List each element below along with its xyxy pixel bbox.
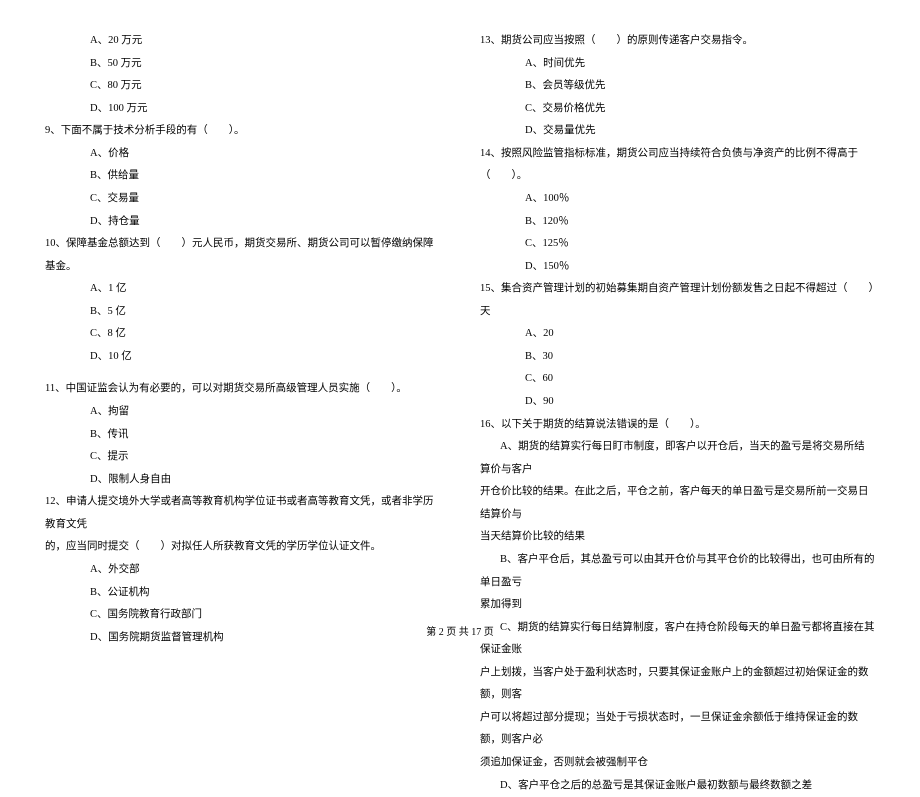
q11-option-a: A、拘留	[45, 401, 440, 424]
page-footer: 第 2 页 共 17 页	[0, 623, 920, 638]
q9-option-a: A、价格	[45, 143, 440, 166]
q9-option-d: D、持仓量	[45, 211, 440, 234]
q16-option-b-line1: B、客户平仓后，其总盈亏可以由其开仓价与其平仓价的比较得出，也可由所有的单日盈亏	[480, 549, 875, 594]
q10-option-d: D、10 亿	[45, 346, 440, 369]
q16-option-d: D、客户平仓之后的总盈亏是其保证金账户最初数额与最终数额之差	[480, 775, 875, 797]
q11-option-b: B、传讯	[45, 424, 440, 447]
q12-option-a: A、外交部	[45, 559, 440, 582]
q16-option-c-line3: 户可以将超过部分提现；当处于亏损状态时，一旦保证金余额低于维持保证金的数额，则客…	[480, 707, 875, 752]
q16-option-c-line4: 须追加保证金，否则就会被强制平仓	[480, 752, 875, 775]
q14-stem: 14、按照风险监管指标标准，期货公司应当持续符合负债与净资产的比例不得高于（ ）…	[480, 143, 875, 188]
q9-stem: 9、下面不属于技术分析手段的有（ ）。	[45, 120, 440, 143]
q16-stem: 16、以下关于期货的结算说法错误的是（ ）。	[480, 414, 875, 437]
q12-option-b: B、公证机构	[45, 582, 440, 605]
q8-option-a: A、20 万元	[45, 30, 440, 53]
q10-stem: 10、保障基金总额达到（ ）元人民币，期货交易所、期货公司可以暂停缴纳保障基金。	[45, 233, 440, 278]
q12-stem-line1: 12、申请人提交境外大学或者高等教育机构学位证书或者高等教育文凭，或者非学历教育…	[45, 491, 440, 536]
q15-option-b: B、30	[480, 346, 875, 369]
q8-option-d: D、100 万元	[45, 98, 440, 121]
q11-option-d: D、限制人身自由	[45, 469, 440, 492]
q13-option-a: A、时间优先	[480, 53, 875, 76]
q15-option-a: A、20	[480, 323, 875, 346]
q14-option-b: B、120％	[480, 211, 875, 234]
q13-option-c: C、交易价格优先	[480, 98, 875, 121]
q13-option-d: D、交易量优先	[480, 120, 875, 143]
q15-stem: 15、集合资产管理计划的初始募集期自资产管理计划份额发售之日起不得超过（ ）天	[480, 278, 875, 323]
q16-option-c-line2: 户上划拨，当客户处于盈利状态时，只要其保证金账户上的金额超过初始保证金的数额，则…	[480, 662, 875, 707]
q9-option-c: C、交易量	[45, 188, 440, 211]
q16-option-b-line2: 累加得到	[480, 594, 875, 617]
q14-option-c: C、125％	[480, 233, 875, 256]
q14-option-d: D、150％	[480, 256, 875, 279]
q16-option-a-line1: A、期货的结算实行每日盯市制度，即客户以开仓后，当天的盈亏是将交易所结算价与客户	[480, 436, 875, 481]
q10-option-b: B、5 亿	[45, 301, 440, 324]
q14-option-a: A、100％	[480, 188, 875, 211]
q8-option-b: B、50 万元	[45, 53, 440, 76]
q11-stem: 11、中国证监会认为有必要的，可以对期货交易所高级管理人员实施（ ）。	[45, 378, 440, 401]
q11-option-c: C、提示	[45, 446, 440, 469]
q10-option-a: A、1 亿	[45, 278, 440, 301]
q8-option-c: C、80 万元	[45, 75, 440, 98]
q13-option-b: B、会员等级优先	[480, 75, 875, 98]
q16-option-a-line2: 开仓价比较的结果。在此之后，平仓之前，客户每天的单日盈亏是交易所前一交易日结算价…	[480, 481, 875, 526]
q12-stem-line2: 的，应当同时提交（ ）对拟任人所获教育文凭的学历学位认证文件。	[45, 536, 440, 559]
q10-option-c: C、8 亿	[45, 323, 440, 346]
q15-option-c: C、60	[480, 368, 875, 391]
q9-option-b: B、供给量	[45, 165, 440, 188]
q13-stem: 13、期货公司应当按照（ ）的原则传递客户交易指令。	[480, 30, 875, 53]
q16-option-a-line3: 当天结算价比较的结果	[480, 526, 875, 549]
q15-option-d: D、90	[480, 391, 875, 414]
